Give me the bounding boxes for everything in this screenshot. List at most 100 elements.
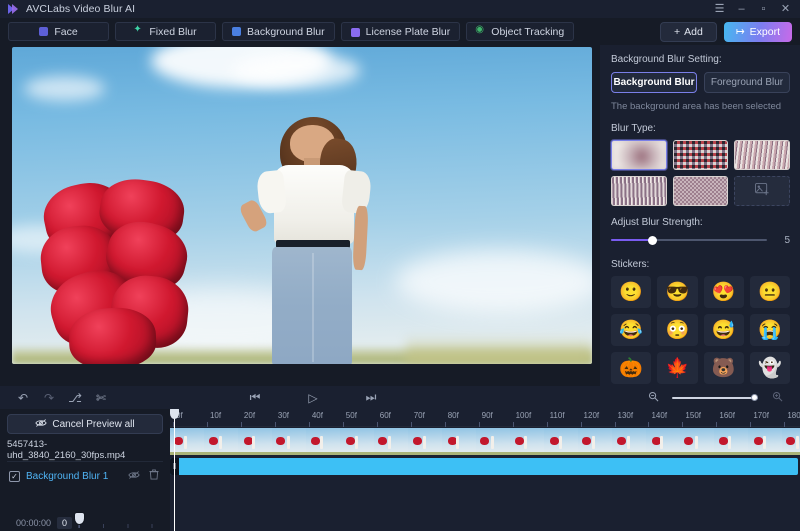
blur-type-custom-image[interactable] xyxy=(734,176,790,206)
tool-fixed-blur[interactable]: Fixed Blur xyxy=(115,22,216,41)
sticker-item[interactable]: 😎 xyxy=(657,276,698,308)
cut-icon[interactable]: ✄ xyxy=(88,391,114,405)
tool-background-blur[interactable]: Background Blur xyxy=(222,22,335,41)
blur-type-gaussian[interactable] xyxy=(611,140,667,170)
thumb-balloons xyxy=(684,437,693,445)
zoom-slider-track xyxy=(672,396,758,399)
layer-checkbox[interactable]: ✓ xyxy=(9,470,20,482)
timeline-tick-mark xyxy=(342,422,344,427)
thumb-grass xyxy=(442,452,476,455)
timeline-filmstrip[interactable] xyxy=(170,428,800,455)
thumb-person xyxy=(695,436,698,449)
sticker-item[interactable]: 😅 xyxy=(703,314,744,346)
segment-background-blur[interactable]: Background Blur xyxy=(611,72,697,93)
thumb-person xyxy=(592,436,595,449)
playback-controls: ⏮ ▷ ⏭ xyxy=(242,390,384,405)
filmstrip-thumbnail xyxy=(272,428,306,455)
layer-name[interactable]: Background Blur 1 xyxy=(26,471,121,482)
sticker-item[interactable]: 😍 xyxy=(703,276,744,308)
timeline-tick-mark xyxy=(750,422,752,427)
timeline-ruler[interactable]: 0f 10f 20f 30f 40f 50f 60f 70f 80f 90f 100f 110f 120… xyxy=(170,409,800,427)
timeline-tick-mark xyxy=(682,422,684,427)
mode-toolbar: Face Fixed Blur Background Blur License … xyxy=(0,18,800,45)
undo-icon[interactable]: ↶ xyxy=(10,391,36,405)
sticker-item[interactable]: 🐻 xyxy=(703,352,744,384)
redo-icon[interactable]: ↷ xyxy=(36,391,62,405)
close-icon[interactable]: ✕ xyxy=(780,3,791,15)
timeline-playhead[interactable] xyxy=(170,409,179,531)
blur-preview-thumb xyxy=(673,141,728,169)
export-icon: ↦ xyxy=(735,25,745,38)
export-button-label: Export xyxy=(749,25,780,38)
blur-type-scatter[interactable] xyxy=(672,176,729,206)
timeline-tracks[interactable]: 0f 10f 20f 30f 40f 50f 60f 70f 80f 90f 100f 110f 120… xyxy=(170,409,800,531)
timeline-tick-label: 60f xyxy=(379,411,391,420)
timeline-tick-label: 120f xyxy=(583,411,600,420)
layer-eye-slash-icon[interactable] xyxy=(127,470,141,483)
thumb-person xyxy=(423,436,426,449)
play-icon[interactable]: ▷ xyxy=(300,391,326,405)
zoom-slider-knob[interactable] xyxy=(751,394,758,401)
sticker-item[interactable]: 😭 xyxy=(749,314,790,346)
balloon-cluster xyxy=(37,174,215,364)
blur-type-streak[interactable] xyxy=(611,176,667,206)
timeline: Cancel Preview all 5457413-uhd_3840_2160… xyxy=(0,409,800,531)
skip-previous-icon[interactable]: ⏮ xyxy=(242,390,268,405)
tool-face[interactable]: Face xyxy=(8,22,109,41)
app-logo-icon xyxy=(6,2,20,16)
thumb-balloons xyxy=(346,437,355,445)
sticker-item[interactable]: 🍁 xyxy=(657,352,698,384)
timeline-clip[interactable]: ‖ xyxy=(170,458,798,475)
timeline-tick-label: 70f xyxy=(413,411,425,420)
slider-knob[interactable] xyxy=(647,235,657,245)
add-button[interactable]: + Add xyxy=(660,21,717,42)
thumb-grass xyxy=(510,452,544,455)
timeline-tick-label: 160f xyxy=(719,411,735,420)
sticker-item[interactable]: 👻 xyxy=(749,352,790,384)
filmstrip-thumbnail xyxy=(442,428,476,455)
thumb-person xyxy=(287,436,290,449)
tool-object-tracking[interactable]: Object Tracking xyxy=(466,22,575,41)
filmstrip-thumbnail xyxy=(306,428,340,455)
thumb-person xyxy=(728,436,731,449)
timeline-tick-label: 140f xyxy=(651,411,668,420)
preview-playhead-handle[interactable] xyxy=(75,513,85,524)
timeline-zoom-slider[interactable] xyxy=(672,393,758,403)
blur-preview-thumb xyxy=(612,141,666,169)
zoom-out-icon[interactable] xyxy=(640,391,666,405)
split-icon[interactable]: ⎇ xyxy=(62,391,88,405)
plate-icon xyxy=(350,28,360,37)
minimize-icon[interactable]: – xyxy=(736,3,747,15)
sticker-item[interactable]: 🙂 xyxy=(611,276,652,308)
blur-type-mosaic[interactable] xyxy=(672,140,729,170)
segment-foreground-blur[interactable]: Foreground Blur xyxy=(704,72,790,93)
filmstrip-thumbnail xyxy=(510,428,544,455)
tool-license-plate-blur[interactable]: License Plate Blur xyxy=(340,22,461,41)
video-preview[interactable] xyxy=(12,47,592,364)
filmstrip-thumbnail xyxy=(680,428,714,455)
zoom-in-icon[interactable] xyxy=(764,391,790,405)
preview-start-frame[interactable]: 0 xyxy=(57,516,73,529)
timeline-track-headers: Cancel Preview all 5457413-uhd_3840_2160… xyxy=(0,409,170,531)
layer-trash-icon[interactable] xyxy=(147,469,161,483)
cloud xyxy=(232,53,360,89)
thumb-grass xyxy=(238,452,272,455)
blur-type-label: Blur Type: xyxy=(611,123,656,134)
menu-icon[interactable]: ☰ xyxy=(714,3,725,15)
export-button[interactable]: ↦ Export xyxy=(723,21,792,42)
cancel-preview-all-button[interactable]: Cancel Preview all xyxy=(7,414,163,434)
sticker-item[interactable]: 😐 xyxy=(749,276,790,308)
thumb-grass xyxy=(204,452,238,455)
thumb-balloons xyxy=(209,437,218,445)
thumb-grass xyxy=(578,452,612,455)
blur-type-pixel-smear[interactable] xyxy=(734,140,790,170)
timeline-tick-mark xyxy=(580,422,582,427)
skip-next-icon[interactable]: ⏭ xyxy=(358,390,384,405)
timeline-tick-label: 80f xyxy=(447,411,459,420)
sticker-item[interactable]: 😂 xyxy=(611,314,652,346)
sticker-item[interactable]: 😳 xyxy=(657,314,698,346)
thumb-balloons xyxy=(550,437,559,445)
blur-strength-slider[interactable] xyxy=(611,234,767,246)
maximize-icon[interactable]: ▫ xyxy=(758,3,769,15)
sticker-item[interactable]: 🎃 xyxy=(611,352,652,384)
